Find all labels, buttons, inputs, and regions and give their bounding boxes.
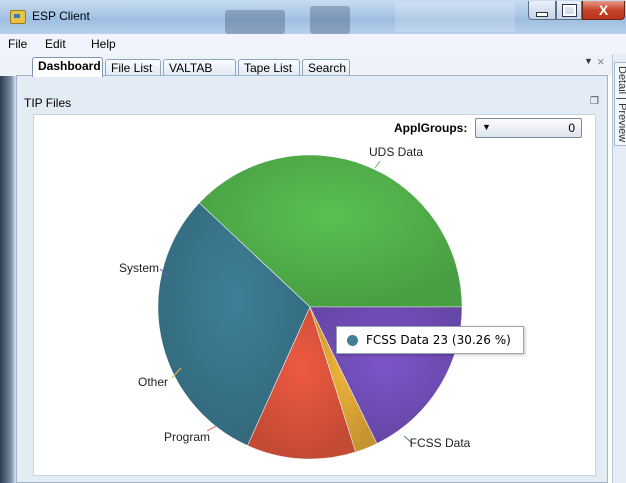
tooltip-text: FCSS Data 23 (30.26 %) [366,333,511,347]
pie-label-system: System [119,261,159,275]
pie-label-leader [374,160,381,169]
tab-dashboard[interactable]: Dashboard [32,57,103,77]
pie-label-other: Other [138,375,168,389]
pie-label-program: Program [164,430,210,444]
tooltip-series-dot [347,335,358,346]
pie-label-uds-data: UDS Data [369,145,423,159]
chart-tooltip: FCSS Data 23 (30.26 %) [336,326,524,354]
pie-label-fcss-data: FCSS Data [410,436,471,450]
